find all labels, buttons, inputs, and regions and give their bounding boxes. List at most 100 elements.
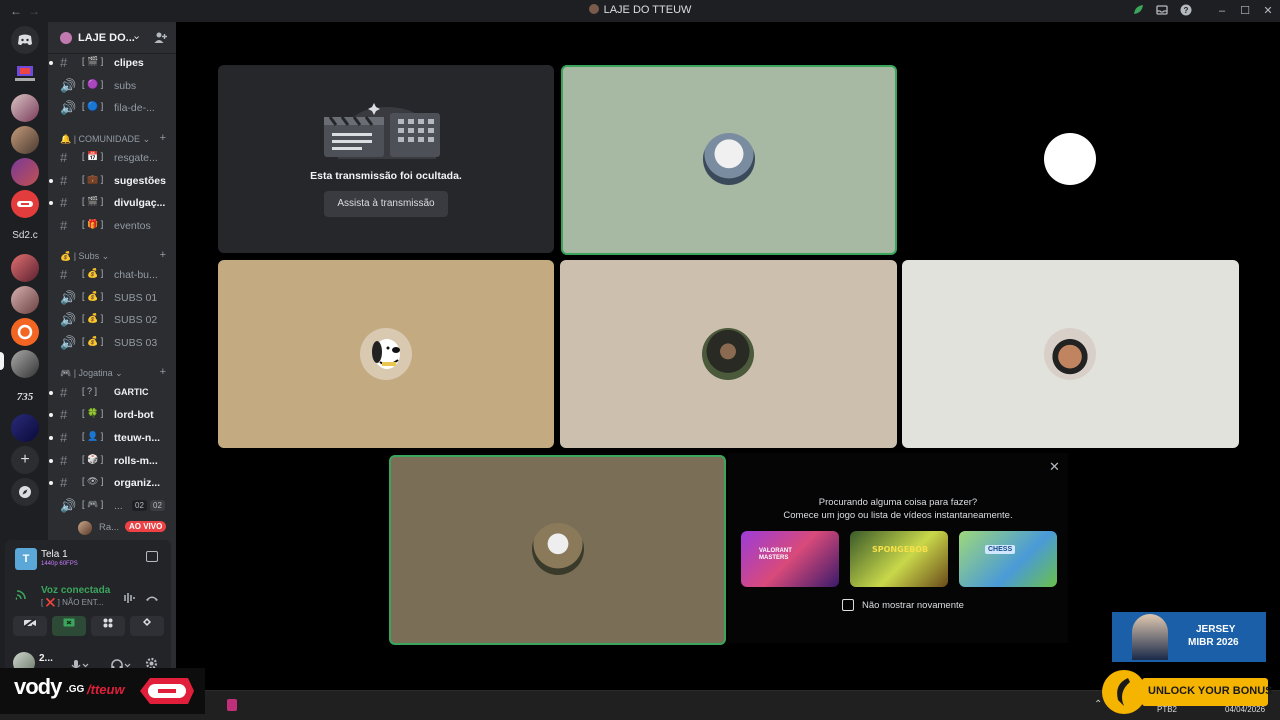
participant-avatar [1044, 328, 1096, 380]
channel-clipes[interactable]: # [ 🎬 ] clipes [48, 53, 176, 73]
invite-user-icon[interactable] [154, 31, 167, 49]
channel-name: ... [114, 500, 123, 512]
taskbar-app-icon[interactable] [227, 699, 237, 711]
channel-chat-bu[interactable]: # [ 💰 ] chat-bu... [48, 265, 176, 285]
discord-home-icon[interactable] [11, 26, 39, 54]
close-icon[interactable]: ✕ [1049, 459, 1060, 475]
text-channel-icon: # [60, 150, 68, 165]
channel-lord-bot[interactable]: # [ 🍀 ] lord-bot [48, 405, 176, 425]
participant-avatar [532, 523, 584, 575]
explore-compass-icon[interactable] [11, 478, 39, 506]
channel-emoji: [ 💰 ] [82, 268, 104, 278]
channel-divulgacao[interactable]: # [ 🎬 ] divulgaç... [48, 193, 176, 213]
activity-thumb-spongebob[interactable]: SPONGEBOB [850, 531, 948, 587]
noise-suppression-icon[interactable] [121, 590, 135, 608]
server-icon-red[interactable] [11, 190, 39, 218]
voice-status[interactable]: Voz conectada [41, 585, 110, 596]
add-server-icon[interactable]: + [11, 446, 39, 474]
activities-button[interactable] [91, 616, 125, 636]
channel-name: resgate... [114, 152, 158, 164]
thumb-label: SPONGEBOB [872, 545, 929, 554]
channel-subs-02[interactable]: 🔊 [ 💰 ] SUBS 02 [48, 310, 176, 330]
nitro-leaf-icon[interactable] [1131, 4, 1145, 18]
server-icon-pink[interactable] [11, 94, 39, 122]
channel-gartic[interactable]: # [ ? ] GARTIC [48, 383, 176, 403]
add-channel-icon[interactable]: + [160, 366, 166, 378]
server-icon-person[interactable] [11, 126, 39, 154]
guild-header[interactable]: LAJE DO... ⌄ [48, 22, 176, 54]
channel-sugestoes[interactable]: # [ 💼 ] sugestões [48, 171, 176, 191]
channel-name: SUBS 02 [114, 314, 158, 326]
channel-fila[interactable]: 🔊 [ 🔵 ] fila-de-... [48, 98, 176, 118]
dont-show-label[interactable]: Não mostrar novamente [862, 600, 964, 611]
ad-line2: MIBR 2026 [1188, 637, 1239, 648]
stream-quality: 1440p 60FPS [41, 561, 78, 567]
server-icon-blue[interactable] [11, 414, 39, 442]
disconnect-icon[interactable] [145, 590, 159, 608]
hidden-stream-title: Esta transmissão foi ocultada. [310, 170, 462, 182]
inbox-icon[interactable] [1155, 4, 1169, 18]
maximize-button[interactable]: ☐ [1238, 4, 1252, 18]
participant-tile[interactable] [389, 455, 726, 645]
guild-name: LAJE DO... [78, 32, 135, 44]
user-name[interactable]: 2... [39, 653, 53, 664]
participant-tile[interactable] [218, 260, 554, 448]
category-comunidade[interactable]: 🔔 | COMUNIDADE ⌄ [60, 134, 150, 145]
category-subs[interactable]: 💰 | Subs ⌄ [60, 251, 109, 262]
category-label: | Jogatina [73, 368, 113, 378]
add-channel-icon[interactable]: + [160, 249, 166, 261]
active-voice-channel[interactable]: 🔊 [ 🎮 ] ... 02 02 [48, 496, 176, 516]
channel-organiz[interactable]: # [ 👁 ] organiz... [48, 473, 176, 493]
watch-stream-button[interactable]: Assista à transmissão [324, 191, 448, 217]
channel-emoji: [ 🎬 ] [82, 196, 104, 206]
channel-rolls-m[interactable]: # [ 🎲 ] rolls-m... [48, 451, 176, 471]
channel-name: organiz... [114, 477, 161, 489]
ad-line1: JERSEY [1196, 624, 1236, 635]
voice-member[interactable]: Ra... AO VIVO [78, 520, 176, 536]
channel-emoji: [ 📅 ] [82, 151, 104, 161]
soundboard-button[interactable] [130, 616, 164, 636]
server-icon-735[interactable]: 735 [11, 382, 39, 410]
channel-eventos[interactable]: # [ 🎁 ] eventos [48, 216, 176, 236]
channel-subs-03[interactable]: 🔊 [ 💰 ] SUBS 03 [48, 333, 176, 353]
stop-stream-icon[interactable] [146, 551, 158, 562]
voice-channel-name[interactable]: [ ❌ ] NÃO ENT... [41, 598, 103, 607]
server-icon-active[interactable] [11, 350, 39, 378]
server-icon-orange[interactable] [11, 318, 39, 346]
vody-emblem-icon [140, 674, 194, 713]
dont-show-checkbox[interactable] [842, 599, 854, 611]
participant-tile[interactable] [903, 65, 1239, 253]
server-icon-purple[interactable] [11, 158, 39, 186]
channel-name: SUBS 01 [114, 292, 158, 304]
close-button[interactable]: ✕ [1261, 4, 1275, 18]
chevron-down-icon: ⌄ [132, 30, 142, 42]
channel-emoji: [ 👁 ] [82, 476, 104, 486]
activity-thumb-chess[interactable]: CHESS [959, 531, 1057, 587]
category-jogatina[interactable]: 🎮 | Jogatina ⌄ [60, 368, 123, 379]
screen-share-button[interactable] [52, 616, 86, 636]
channel-subs[interactable]: 🔊 [ 🟣 ] subs [48, 76, 176, 96]
camera-off-button[interactable] [13, 616, 47, 636]
activity-thumb-valorant[interactable]: VALORANT MASTERS [741, 531, 839, 587]
voice-channel-icon: 🔊 [60, 312, 77, 327]
server-icon-7[interactable] [11, 286, 39, 314]
channel-resgate[interactable]: # [ 📅 ] resgate... [48, 148, 176, 168]
channel-subs-01[interactable]: 🔊 [ 💰 ] SUBS 01 [48, 288, 176, 308]
minimize-button[interactable]: – [1215, 4, 1229, 18]
hidden-stream-tile[interactable]: Esta transmissão foi ocultada. Assista à… [218, 65, 554, 253]
server-icon-6[interactable] [11, 254, 39, 282]
channel-emoji: [ 🎬 ] [82, 56, 104, 66]
category-label: | Subs [73, 251, 100, 261]
participant-tile[interactable] [560, 260, 897, 448]
svg-text:735: 735 [17, 391, 34, 403]
participant-tile[interactable] [902, 260, 1239, 448]
signal-strength-icon [15, 587, 29, 606]
participant-tile[interactable] [561, 65, 897, 255]
server-label: Sd2.c [12, 230, 38, 241]
help-icon[interactable]: ? [1179, 4, 1193, 18]
server-icon-udmyog[interactable] [11, 60, 39, 88]
channel-tteuw-n[interactable]: # [ 👤 ] tteuw-n... [48, 428, 176, 448]
server-icon-sd2c[interactable]: Sd2.c [11, 222, 39, 250]
add-channel-icon[interactable]: + [160, 132, 166, 144]
unread-dot [49, 436, 53, 440]
